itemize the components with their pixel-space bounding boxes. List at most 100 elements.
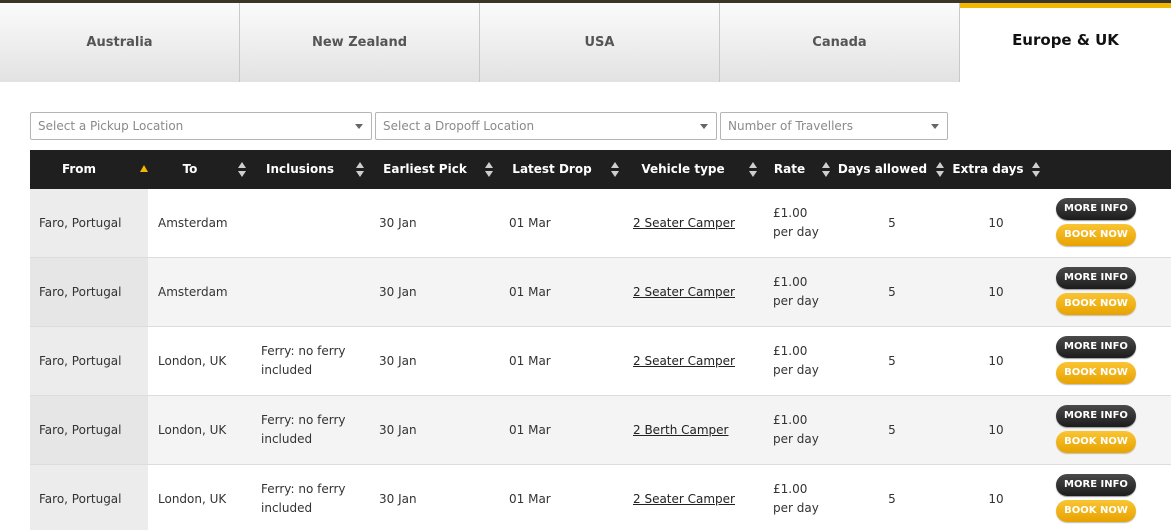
rate-amount: £1.00 bbox=[773, 275, 808, 289]
cell-latest-dropoff: 01 Mar bbox=[509, 215, 551, 230]
header-vehicle-type[interactable]: Vehicle type bbox=[633, 150, 733, 189]
cell-extra-days: 10 bbox=[988, 422, 1004, 437]
sort-icon[interactable] bbox=[936, 162, 944, 178]
book-now-button[interactable]: BOOK NOW bbox=[1056, 500, 1136, 522]
cell-rate: £1.00 per day bbox=[773, 327, 833, 395]
sort-icon[interactable] bbox=[749, 162, 757, 178]
cell-to: London, UK bbox=[158, 353, 227, 368]
header-to[interactable]: To bbox=[150, 150, 230, 189]
tab-new-zealand[interactable]: New Zealand bbox=[240, 3, 480, 82]
cell-inclusions: Ferry: no ferry included bbox=[261, 344, 346, 377]
table-row: Faro, Portugal London, UK Ferry: no ferr… bbox=[30, 396, 1171, 465]
cell-extra-days: 10 bbox=[988, 284, 1004, 299]
cell-from: Faro, Portugal bbox=[30, 465, 148, 530]
vehicle-type-link[interactable]: 2 Seater Camper bbox=[633, 490, 735, 509]
cell-extra-days: 10 bbox=[988, 353, 1004, 368]
cell-rate: £1.00 per day bbox=[773, 258, 833, 326]
rate-unit: per day bbox=[773, 501, 819, 515]
cell-latest-dropoff: 01 Mar bbox=[509, 353, 551, 368]
more-info-button[interactable]: MORE INFO bbox=[1056, 267, 1136, 289]
book-now-button[interactable]: BOOK NOW bbox=[1056, 431, 1136, 453]
vehicle-type-link[interactable]: 2 Seater Camper bbox=[633, 214, 735, 233]
rate-amount: £1.00 bbox=[773, 482, 808, 496]
table-row: Faro, Portugal Amsterdam 30 Jan 01 Mar 2… bbox=[30, 189, 1171, 258]
rate-unit: per day bbox=[773, 432, 819, 446]
pickup-location-select[interactable]: Select a Pickup Location bbox=[30, 112, 372, 140]
rate-amount: £1.00 bbox=[773, 344, 808, 358]
cell-earliest-pickup: 30 Jan bbox=[379, 353, 417, 368]
cell-days-allowed: 5 bbox=[888, 491, 896, 506]
cell-rate: £1.00 per day bbox=[773, 189, 833, 257]
chevron-down-icon bbox=[700, 124, 708, 129]
header-from[interactable]: From bbox=[30, 150, 128, 189]
pickup-location-placeholder: Select a Pickup Location bbox=[38, 119, 184, 133]
chevron-down-icon bbox=[355, 124, 363, 129]
more-info-button[interactable]: MORE INFO bbox=[1056, 474, 1136, 496]
table-row: Faro, Portugal London, UK Ferry: no ferr… bbox=[30, 465, 1171, 530]
sort-icon[interactable] bbox=[611, 162, 619, 178]
sort-icon[interactable] bbox=[822, 162, 830, 178]
cell-latest-dropoff: 01 Mar bbox=[509, 284, 551, 299]
cell-days-allowed: 5 bbox=[888, 284, 896, 299]
cell-extra-days: 10 bbox=[988, 491, 1004, 506]
cell-vehicle-type: 2 Seater Camper bbox=[633, 189, 763, 257]
tab-europe-uk[interactable]: Europe & UK bbox=[960, 3, 1171, 82]
tab-australia[interactable]: Australia bbox=[0, 3, 240, 82]
more-info-button[interactable]: MORE INFO bbox=[1056, 198, 1136, 220]
cell-vehicle-type: 2 Seater Camper bbox=[633, 258, 763, 326]
rate-unit: per day bbox=[773, 225, 819, 239]
cell-to: Amsterdam bbox=[158, 284, 228, 299]
cell-to: Amsterdam bbox=[158, 215, 228, 230]
cell-earliest-pickup: 30 Jan bbox=[379, 215, 417, 230]
table-row: Faro, Portugal Amsterdam 30 Jan 01 Mar 2… bbox=[30, 258, 1171, 327]
sort-icon[interactable] bbox=[1032, 162, 1040, 178]
cell-from: Faro, Portugal bbox=[30, 189, 148, 257]
cell-extra-days: 10 bbox=[988, 215, 1004, 230]
cell-vehicle-type: 2 Seater Camper bbox=[633, 327, 763, 395]
rate-unit: per day bbox=[773, 363, 819, 377]
travellers-select[interactable]: Number of Travellers bbox=[720, 112, 948, 140]
cell-latest-dropoff: 01 Mar bbox=[509, 422, 551, 437]
travellers-placeholder: Number of Travellers bbox=[728, 119, 853, 133]
cell-inclusions bbox=[261, 189, 356, 257]
header-latest-dropoff[interactable]: Latest Drop off bbox=[502, 150, 602, 215]
sort-icon[interactable] bbox=[356, 162, 364, 178]
cell-vehicle-type: 2 Seater Camper bbox=[633, 465, 763, 530]
sort-icon[interactable] bbox=[485, 162, 493, 178]
cell-earliest-pickup: 30 Jan bbox=[379, 284, 417, 299]
dropoff-location-select[interactable]: Select a Dropoff Location bbox=[375, 112, 717, 140]
tab-usa[interactable]: USA bbox=[480, 3, 720, 82]
rate-amount: £1.00 bbox=[773, 413, 808, 427]
cell-from: Faro, Portugal bbox=[30, 327, 148, 395]
more-info-button[interactable]: MORE INFO bbox=[1056, 405, 1136, 427]
vehicle-type-link[interactable]: 2 Seater Camper bbox=[633, 283, 735, 302]
book-now-button[interactable]: BOOK NOW bbox=[1056, 224, 1136, 246]
relocation-deals-table: From To Inclusions Earliest Pick up Late… bbox=[30, 150, 1171, 530]
header-earliest-pickup[interactable]: Earliest Pick up bbox=[375, 150, 475, 215]
cell-rate: £1.00 per day bbox=[773, 396, 833, 464]
tab-canada[interactable]: Canada bbox=[720, 3, 960, 82]
book-now-button[interactable]: BOOK NOW bbox=[1056, 293, 1136, 315]
cell-to: London, UK bbox=[158, 491, 227, 506]
cell-inclusions: Ferry: no ferry included bbox=[261, 413, 346, 446]
cell-earliest-pickup: 30 Jan bbox=[379, 422, 417, 437]
header-extra-days[interactable]: Extra days bbox=[948, 150, 1028, 189]
cell-earliest-pickup: 30 Jan bbox=[379, 491, 417, 506]
cell-days-allowed: 5 bbox=[888, 353, 896, 368]
dropoff-location-placeholder: Select a Dropoff Location bbox=[383, 119, 535, 133]
sort-ascending-icon[interactable] bbox=[140, 165, 148, 172]
vehicle-type-link[interactable]: 2 Berth Camper bbox=[633, 421, 728, 440]
header-inclusions[interactable]: Inclusions bbox=[255, 150, 345, 189]
vehicle-type-link[interactable]: 2 Seater Camper bbox=[633, 352, 735, 371]
more-info-button[interactable]: MORE INFO bbox=[1056, 336, 1136, 358]
chevron-down-icon bbox=[931, 124, 939, 129]
book-now-button[interactable]: BOOK NOW bbox=[1056, 362, 1136, 384]
header-rate[interactable]: Rate bbox=[763, 150, 816, 189]
cell-to: London, UK bbox=[158, 422, 227, 437]
header-days-allowed[interactable]: Days allowed bbox=[836, 150, 929, 189]
sort-icon[interactable] bbox=[238, 162, 246, 178]
cell-latest-dropoff: 01 Mar bbox=[509, 491, 551, 506]
table-row: Faro, Portugal London, UK Ferry: no ferr… bbox=[30, 327, 1171, 396]
rate-amount: £1.00 bbox=[773, 206, 808, 220]
cell-inclusions: Ferry: no ferry included bbox=[261, 482, 346, 515]
